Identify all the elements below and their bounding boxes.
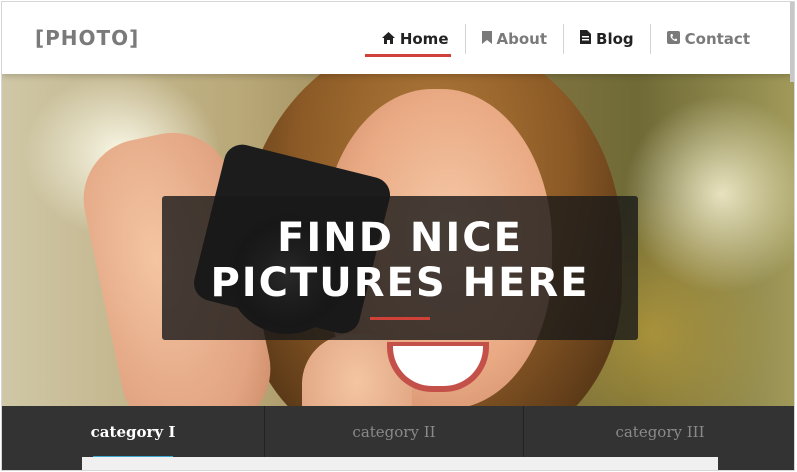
- tab-category-2[interactable]: category II: [264, 406, 523, 458]
- site-logo[interactable]: [PHOTO]: [35, 26, 139, 50]
- hero-title-underline: [370, 317, 430, 320]
- main-nav: Home About Blog Contact: [364, 24, 794, 57]
- page-frame: [PHOTO] Home About Blog Contact FIND NIC…: [1, 1, 795, 471]
- category-content-panel: [82, 457, 718, 470]
- nav-contact-label: Contact: [684, 30, 750, 48]
- nav-home-label: Home: [399, 30, 449, 48]
- nav-home[interactable]: Home: [364, 24, 465, 57]
- hero-banner: FIND NICE PICTURES HERE: [2, 74, 794, 408]
- hero-caption-box: FIND NICE PICTURES HERE: [162, 196, 638, 340]
- home-icon: [381, 30, 395, 48]
- hero-title: FIND NICE PICTURES HERE: [210, 215, 590, 306]
- site-header: [PHOTO] Home About Blog Contact: [2, 2, 794, 74]
- bookmark-icon: [481, 30, 492, 48]
- scrollbar[interactable]: [790, 2, 794, 82]
- nav-about-label: About: [496, 30, 548, 48]
- nav-contact[interactable]: Contact: [649, 24, 794, 54]
- nav-about[interactable]: About: [464, 24, 564, 54]
- nav-blog[interactable]: Blog: [563, 24, 650, 54]
- nav-blog-label: Blog: [596, 30, 634, 48]
- tab-category-2-label: category II: [352, 423, 436, 441]
- tab-category-3-label: category III: [615, 423, 705, 441]
- tab-category-3[interactable]: category III: [523, 406, 794, 458]
- tab-category-1[interactable]: category I: [2, 406, 264, 460]
- tab-category-1-label: category I: [90, 423, 176, 441]
- document-icon: [580, 30, 592, 48]
- phone-icon: [666, 30, 680, 48]
